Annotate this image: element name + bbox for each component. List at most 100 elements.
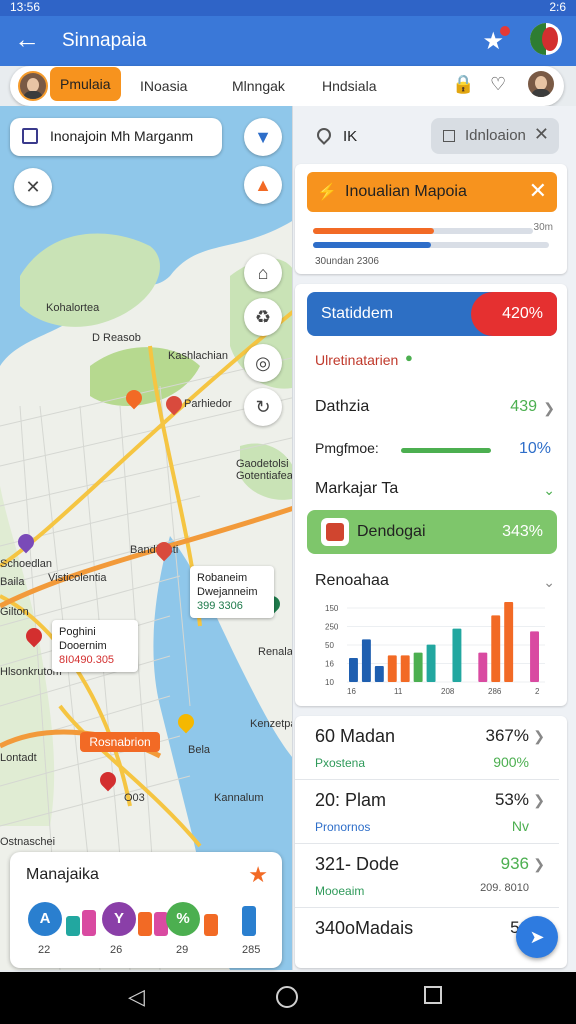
timer-icon[interactable]: ↻ xyxy=(244,388,282,426)
layers-icon[interactable]: ▲ xyxy=(244,166,282,204)
stats-header[interactable]: Statiddem 420% xyxy=(307,292,557,336)
list-item-sub: Pronornos xyxy=(315,820,371,834)
close-icon[interactable]: ✕ xyxy=(14,168,52,206)
list-item[interactable]: 20: Plam Pronornos 53% Nv ❯ xyxy=(295,780,559,844)
y-tick-label: 150 xyxy=(325,604,339,613)
tab-1[interactable]: Pmulaia xyxy=(50,67,121,101)
chevron-right-icon[interactable]: ❯ xyxy=(533,728,545,745)
close-icon[interactable]: ✕ xyxy=(529,178,547,204)
close-icon[interactable]: ✕ xyxy=(534,124,549,145)
map-label: Gaodetolsi Gotentiafeae xyxy=(236,458,299,482)
tab-3[interactable]: Mlnngak xyxy=(232,66,285,106)
tab-2[interactable]: INoasia xyxy=(140,66,187,106)
bar-chart: 150 250 50 16 10 16 11 208 286 2 xyxy=(325,602,545,696)
chevron-right-icon[interactable]: ❯ xyxy=(533,792,545,809)
map-callout[interactable]: Poghini Dooernim 8I0490.305 xyxy=(52,620,138,672)
progress-label: 30m xyxy=(533,222,553,233)
x-tick-label: 2 xyxy=(535,687,540,696)
callout-line: 8I0490.305 xyxy=(59,654,115,666)
map-label: Visticolentia xyxy=(48,572,107,584)
lock-icon[interactable]: 🔒 xyxy=(452,74,474,95)
status-time: 13:56 xyxy=(10,0,41,14)
stats-header-title: Statiddem xyxy=(321,305,394,322)
star-icon[interactable]: ★ xyxy=(248,862,268,888)
avatar[interactable] xyxy=(18,71,48,101)
map-label: Bela xyxy=(188,744,211,756)
map-label: Kenzetpa xyxy=(250,718,297,730)
stats-progress-bar xyxy=(401,448,491,453)
callout-line: 399 3306 xyxy=(197,600,243,612)
x-tick-label: 11 xyxy=(394,687,403,696)
progress-track xyxy=(313,228,533,234)
user-avatar[interactable] xyxy=(526,69,556,99)
tab-4[interactable]: Hndsiala xyxy=(322,66,376,106)
progress-fill xyxy=(313,242,431,248)
bolt-icon: ⚡ xyxy=(317,184,337,201)
home-icon[interactable]: ⌂ xyxy=(244,254,282,292)
app-bar: ← Sinnapaia ★ xyxy=(0,16,576,66)
bar xyxy=(530,631,539,682)
map-card-label: 285 xyxy=(242,944,261,956)
list-item[interactable]: 60 Madan Pxostena 367% 900% ❯ xyxy=(295,716,559,780)
map-callout[interactable]: Robaneim Dwejanneim 399 3306 xyxy=(190,566,274,618)
y-tick-label: 50 xyxy=(325,641,334,650)
bar xyxy=(413,652,423,682)
map-view[interactable]: Kohalortea D Reasob Kashlachian Parhiedo… xyxy=(0,106,300,970)
bell-icon[interactable]: ♡ xyxy=(490,74,506,95)
list-item-title: 20: Plam xyxy=(315,790,387,810)
info-card-caption: 30undan 2306 xyxy=(315,256,379,267)
tab-strip: Pmulaia INoasia Mlnngak Hndsiala 🔒 ♡ xyxy=(10,66,564,106)
person-icon[interactable]: Y xyxy=(102,902,136,936)
nav-back-icon[interactable]: ◁ xyxy=(128,986,145,1008)
list-item[interactable]: 321- Dode Mooeaim 936 209. 8010 ❯ xyxy=(295,844,559,908)
filter-chip-label: Idnloaion xyxy=(465,127,526,144)
bar xyxy=(426,644,436,682)
chevron-down-icon[interactable]: ⌄ xyxy=(543,574,555,591)
map-tag[interactable]: Rosnabrion xyxy=(80,732,160,752)
chart-icon[interactable]: A xyxy=(28,902,62,936)
mini-bar xyxy=(66,916,80,936)
stats-row-label: Markajar Ta xyxy=(315,480,399,497)
compass-icon[interactable]: ▼ xyxy=(244,118,282,156)
mini-bar xyxy=(82,910,96,936)
x-tick-label: 16 xyxy=(347,687,356,696)
status-right: 2:6 xyxy=(549,0,566,14)
chevron-down-icon[interactable]: ⌄ xyxy=(543,482,555,499)
navigate-fab-icon[interactable]: ➤ xyxy=(516,916,558,958)
flag-icon[interactable] xyxy=(530,23,562,55)
pie-icon[interactable]: % xyxy=(166,902,200,936)
green-row-value: 343% xyxy=(502,523,543,540)
chevron-right-icon[interactable]: ❯ xyxy=(543,400,555,417)
green-highlight-row[interactable]: Dendogai 343% xyxy=(307,510,557,554)
notification-dot xyxy=(500,26,510,36)
filter-chip[interactable]: Idnloaion ✕ xyxy=(431,118,559,154)
map-card-title: Manajaika xyxy=(26,866,99,883)
map-search-chip[interactable]: Inonajoin Mh Marganm xyxy=(10,118,222,156)
list-item-title: 60 Madan xyxy=(315,726,396,746)
recycle-icon[interactable]: ♻ xyxy=(244,298,282,336)
nav-recent-icon[interactable] xyxy=(424,986,442,1004)
info-card[interactable]: ⚡ Inoualian Mapoia ✕ 30m 30undan 2306 xyxy=(295,164,567,274)
system-nav-bar: ◁ xyxy=(0,972,576,1024)
map-label: Kashlachian xyxy=(168,350,228,362)
stats-subtitle: Ulretinatarien xyxy=(315,352,399,368)
map-summary-card[interactable]: Manajaika ★ A Y % 22 26 29 285 xyxy=(10,852,282,968)
map-label: D Reasob xyxy=(92,332,141,344)
locate-icon[interactable]: ◎ xyxy=(244,344,282,382)
nav-home-icon[interactable] xyxy=(276,986,298,1008)
map-label: Lontadt xyxy=(0,752,37,764)
progress-fill xyxy=(313,228,434,234)
chevron-right-icon[interactable]: ❯ xyxy=(533,856,545,873)
stats-row-label: Dathzia xyxy=(315,398,370,415)
bar xyxy=(504,602,514,682)
callout-line: Poghini xyxy=(59,626,96,638)
list-item-value: 367% xyxy=(485,726,529,745)
list-item-value2: Nv xyxy=(511,818,529,834)
progress-track xyxy=(313,242,549,248)
arrow-left-icon[interactable]: ← xyxy=(14,26,40,52)
building-icon xyxy=(321,518,349,546)
bar xyxy=(452,628,462,682)
map-label: Baila xyxy=(0,576,25,588)
map-label: Kannalum xyxy=(214,792,264,804)
list-item-value: 53% xyxy=(494,790,529,809)
